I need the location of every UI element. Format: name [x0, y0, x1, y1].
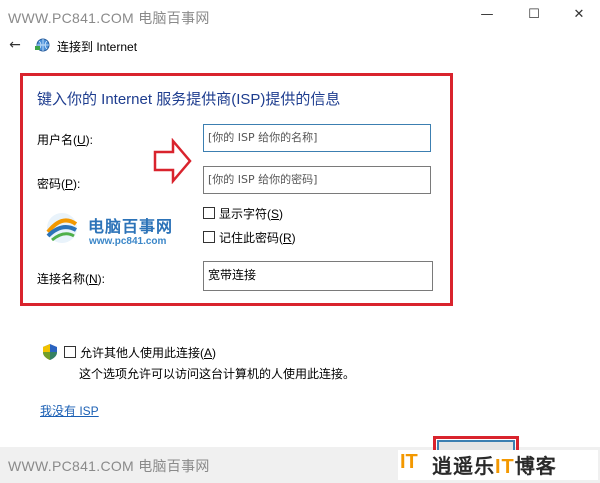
brand-name-text: 逍遥乐IT博客 — [432, 456, 557, 478]
form-heading: 键入你的 Internet 服务提供商(ISP)提供的信息 — [37, 91, 341, 108]
remember-password-checkbox[interactable] — [203, 231, 215, 243]
maximize-button[interactable]: ☐ — [514, 0, 554, 30]
allow-others-description: 这个选项允许可以访问这台计算机的人使用此连接。 — [79, 367, 356, 381]
watermark-logo-icon — [46, 213, 78, 243]
connection-name-label: 连接名称(N): — [37, 272, 106, 286]
page-title: 连接到 Internet — [57, 40, 138, 54]
watermark-logo-text: 电脑百事网 — [88, 219, 174, 236]
pointer-arrow-icon — [153, 138, 192, 184]
username-input[interactable]: [你的 ISP 给你的名称] — [203, 124, 431, 152]
password-input[interactable]: [你的 ISP 给你的密码] — [203, 166, 431, 194]
no-isp-link[interactable]: 我没有 ISP — [40, 402, 99, 419]
allow-others-checkbox[interactable] — [64, 346, 76, 358]
back-arrow-icon[interactable]: ← — [6, 36, 24, 54]
close-button[interactable]: ✕ — [559, 0, 599, 30]
uac-shield-icon — [43, 344, 57, 360]
remember-password-label: 记住此密码(R) — [219, 231, 296, 245]
show-chars-checkbox[interactable] — [203, 207, 215, 219]
username-label: 用户名(U): — [37, 133, 94, 147]
watermark-logo-url: www.pc841.com — [89, 236, 167, 247]
allow-others-label: 允许其他人使用此连接(A) — [80, 346, 217, 360]
watermark-top: WWW.PC841.COM 电脑百事网 — [8, 10, 210, 26]
watermark-bottom: WWW.PC841.COM 电脑百事网 — [8, 458, 210, 474]
brand-it-text: IT — [400, 451, 418, 473]
network-globe-icon — [35, 38, 50, 52]
connection-name-input[interactable]: 宽带连接 — [203, 261, 433, 291]
show-chars-label: 显示字符(S) — [219, 207, 284, 221]
password-label: 密码(P): — [37, 177, 81, 191]
minimize-button[interactable]: — — [467, 0, 507, 30]
